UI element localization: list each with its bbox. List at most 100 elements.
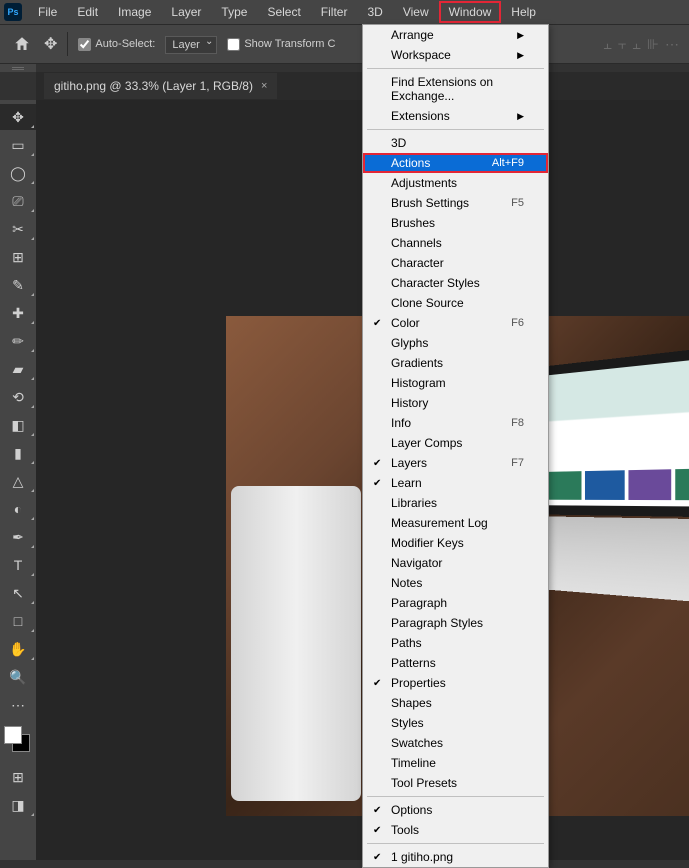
menu-item-shortcut: F7 <box>511 457 524 469</box>
window-menu-character[interactable]: Character <box>363 253 548 273</box>
menu-edit[interactable]: Edit <box>67 1 108 23</box>
menu-type[interactable]: Type <box>211 1 257 23</box>
auto-select-checkbox[interactable]: Auto-Select: <box>78 38 155 51</box>
window-menu-paths[interactable]: Paths <box>363 633 548 653</box>
pen-tool[interactable]: ✒ <box>0 524 36 550</box>
window-menu-arrange[interactable]: Arrange▶ <box>363 25 548 45</box>
window-menu-tools[interactable]: ✔Tools <box>363 820 548 840</box>
eraser-tool[interactable]: ◧ <box>0 412 36 438</box>
toolbar-drag-handle[interactable] <box>0 64 36 72</box>
window-menu-3d[interactable]: 3D <box>363 133 548 153</box>
window-menu-clone-source[interactable]: Clone Source <box>363 293 548 313</box>
menu-image[interactable]: Image <box>108 1 161 23</box>
foreground-swatch[interactable] <box>4 726 22 744</box>
menu-item-label: Layer Comps <box>391 436 462 450</box>
window-menu-navigator[interactable]: Navigator <box>363 553 548 573</box>
menu-item-label: Learn <box>391 476 422 490</box>
menu-window[interactable]: Window <box>439 1 502 23</box>
menu-filter[interactable]: Filter <box>311 1 358 23</box>
move-tool[interactable]: ✥ <box>0 104 36 130</box>
stamp-tool[interactable]: ▰ <box>0 356 36 382</box>
menu-file[interactable]: File <box>28 1 67 23</box>
more-options-icon[interactable]: ⋯ <box>665 36 679 53</box>
show-transform-checkbox[interactable]: Show Transform C <box>227 38 335 51</box>
window-menu-styles[interactable]: Styles <box>363 713 548 733</box>
crop-tool[interactable]: ✂ <box>0 216 36 242</box>
window-menu-history[interactable]: History <box>363 393 548 413</box>
show-transform-input[interactable] <box>227 38 240 51</box>
path-select-tool[interactable]: ↖ <box>0 580 36 606</box>
rectangle-tool[interactable]: □ <box>0 608 36 634</box>
window-menu-actions[interactable]: ActionsAlt+F9 <box>363 153 548 173</box>
lasso-tool[interactable]: ◯ <box>0 160 36 186</box>
window-menu-swatches[interactable]: Swatches <box>363 733 548 753</box>
menu-layer[interactable]: Layer <box>161 1 211 23</box>
close-tab-icon[interactable]: × <box>261 80 267 92</box>
eyedropper-tool[interactable]: ✎ <box>0 272 36 298</box>
window-menu-layers[interactable]: ✔LayersF7 <box>363 453 548 473</box>
color-swatches[interactable] <box>0 726 36 762</box>
window-menu-channels[interactable]: Channels <box>363 233 548 253</box>
layer-dropdown[interactable]: Layer <box>165 35 217 54</box>
hand-tool[interactable]: ✋ <box>0 636 36 662</box>
window-menu-paragraph[interactable]: Paragraph <box>363 593 548 613</box>
align-left-icon[interactable]: ⫠ <box>603 36 611 53</box>
distribute-icon[interactable]: ⊪ <box>647 36 659 53</box>
screen-mode-tool[interactable]: ◨ <box>0 792 36 818</box>
menu-view[interactable]: View <box>393 1 439 23</box>
window-menu-brushes[interactable]: Brushes <box>363 213 548 233</box>
zoom-tool[interactable]: 🔍 <box>0 664 36 690</box>
menu-select[interactable]: Select <box>257 1 310 23</box>
marquee-tool[interactable]: ▭ <box>0 132 36 158</box>
window-menu-learn[interactable]: ✔Learn <box>363 473 548 493</box>
healing-tool[interactable]: ✚ <box>0 300 36 326</box>
window-menu-timeline[interactable]: Timeline <box>363 753 548 773</box>
menu-item-label: Measurement Log <box>391 516 488 530</box>
dodge-tool[interactable]: ◐ <box>0 496 36 522</box>
window-menu-character-styles[interactable]: Character Styles <box>363 273 548 293</box>
brush-tool[interactable]: ✏ <box>0 328 36 354</box>
menu-help[interactable]: Help <box>501 1 546 23</box>
edit-toolbar[interactable]: ⋯ <box>0 692 36 718</box>
menu-item-label: Styles <box>391 716 424 730</box>
window-menu-brush-settings[interactable]: Brush SettingsF5 <box>363 193 548 213</box>
window-menu-1-gitiho-png[interactable]: ✔1 gitiho.png <box>363 847 548 867</box>
menu-item-label: Clone Source <box>391 296 464 310</box>
window-menu-histogram[interactable]: Histogram <box>363 373 548 393</box>
menu-3d[interactable]: 3D <box>357 1 392 23</box>
window-menu-info[interactable]: InfoF8 <box>363 413 548 433</box>
window-menu-extensions[interactable]: Extensions▶ <box>363 106 548 126</box>
window-menu-color[interactable]: ✔ColorF6 <box>363 313 548 333</box>
window-menu-adjustments[interactable]: Adjustments <box>363 173 548 193</box>
menu-item-shortcut: Alt+F9 <box>492 157 524 169</box>
window-menu-options[interactable]: ✔Options <box>363 800 548 820</box>
window-menu-libraries[interactable]: Libraries <box>363 493 548 513</box>
window-menu-glyphs[interactable]: Glyphs <box>363 333 548 353</box>
history-brush-tool[interactable]: ⟲ <box>0 384 36 410</box>
gradient-tool[interactable]: ▮ <box>0 440 36 466</box>
blur-tool[interactable]: △ <box>0 468 36 494</box>
align-right-icon[interactable]: ⫠ <box>632 36 640 53</box>
document-tab[interactable]: gitiho.png @ 33.3% (Layer 1, RGB/8) × <box>44 73 277 99</box>
menu-item-label: Arrange <box>391 28 434 42</box>
quick-mask-tool[interactable]: ⊞ <box>0 764 36 790</box>
window-menu-measurement-log[interactable]: Measurement Log <box>363 513 548 533</box>
window-menu-workspace[interactable]: Workspace▶ <box>363 45 548 65</box>
type-tool[interactable]: T <box>0 552 36 578</box>
auto-select-input[interactable] <box>78 38 91 51</box>
frame-tool[interactable]: ⊞ <box>0 244 36 270</box>
align-center-icon[interactable]: ⫟ <box>618 36 626 53</box>
window-menu-find-extensions-on-exchange-[interactable]: Find Extensions on Exchange... <box>363 72 548 106</box>
object-select-tool[interactable]: ⎚ <box>0 188 36 214</box>
window-menu-gradients[interactable]: Gradients <box>363 353 548 373</box>
window-menu-layer-comps[interactable]: Layer Comps <box>363 433 548 453</box>
layer-select[interactable]: Layer <box>165 36 217 54</box>
window-menu-tool-presets[interactable]: Tool Presets <box>363 773 548 793</box>
window-menu-properties[interactable]: ✔Properties <box>363 673 548 693</box>
window-menu-paragraph-styles[interactable]: Paragraph Styles <box>363 613 548 633</box>
window-menu-shapes[interactable]: Shapes <box>363 693 548 713</box>
home-button[interactable] <box>10 32 34 56</box>
window-menu-modifier-keys[interactable]: Modifier Keys <box>363 533 548 553</box>
window-menu-notes[interactable]: Notes <box>363 573 548 593</box>
window-menu-patterns[interactable]: Patterns <box>363 653 548 673</box>
